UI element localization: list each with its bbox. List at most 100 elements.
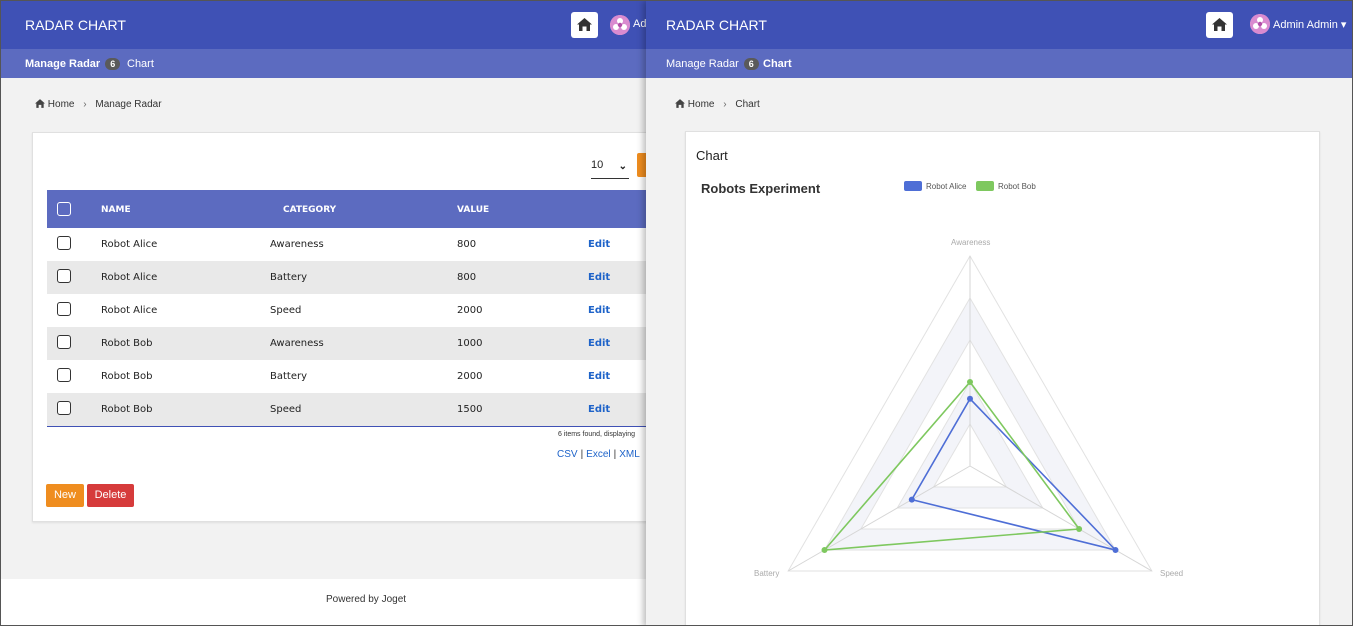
avatar-icon[interactable]: [1250, 14, 1270, 34]
legend-label-alice[interactable]: Robot Alice: [926, 182, 966, 191]
cell-name: Robot Bob: [101, 371, 153, 382]
row-checkbox[interactable]: [57, 269, 71, 283]
table-row: Robot Alice Speed 2000 Edit: [47, 294, 647, 327]
edit-link[interactable]: Edit: [588, 239, 610, 250]
breadcrumb-separator: ›: [83, 99, 87, 110]
radar-chart: [787, 254, 1153, 572]
cell-name: Robot Bob: [101, 338, 153, 349]
row-checkbox[interactable]: [57, 236, 71, 250]
nav-manage-radar[interactable]: Manage Radar 6: [25, 58, 121, 70]
nav-manage-radar-label: Manage Radar: [666, 58, 739, 70]
edit-link[interactable]: Edit: [588, 371, 610, 382]
cell-value: 2000: [457, 371, 483, 382]
table-row: Robot Alice Awareness 800 Edit: [47, 228, 647, 261]
home-icon: [675, 99, 685, 108]
page-size-select[interactable]: 10 ⌄: [591, 159, 629, 179]
cell-name: Robot Alice: [101, 239, 158, 250]
breadcrumb-home[interactable]: Home: [48, 99, 75, 110]
home-icon: [1212, 18, 1227, 31]
cell-category: Battery: [270, 371, 308, 382]
breadcrumb: Home › Chart: [675, 99, 760, 110]
cell-value: 2000: [457, 305, 483, 316]
chart-window: RADAR CHART Admin Admin ▾ Manage Radar 6 …: [646, 1, 1352, 625]
count-badge: 6: [105, 58, 121, 70]
avatar-icon[interactable]: [610, 15, 630, 35]
nav-chart[interactable]: Chart: [127, 58, 154, 70]
cell-name: Robot Alice: [101, 272, 158, 283]
column-header-value[interactable]: VALUE: [457, 205, 489, 215]
table-row: Robot Bob Awareness 1000 Edit: [47, 327, 647, 360]
footer-text: Powered by Joget: [326, 594, 407, 605]
breadcrumb-current: Manage Radar: [95, 99, 162, 110]
column-header-category[interactable]: CATEGORY: [283, 205, 336, 215]
nav-manage-radar[interactable]: Manage Radar 6: [666, 58, 759, 70]
table-body: Robot Alice Awareness 800 Edit Robot Ali…: [47, 228, 647, 426]
legend-label-bob[interactable]: Robot Bob: [998, 182, 1036, 191]
user-name: Admin Admin: [1273, 19, 1338, 31]
export-excel-link[interactable]: Excel: [586, 449, 610, 460]
row-checkbox[interactable]: [57, 368, 71, 382]
data-point-bob-speed[interactable]: [1076, 526, 1083, 532]
delete-button[interactable]: Delete: [87, 484, 134, 507]
home-icon: [577, 18, 592, 31]
user-menu[interactable]: Admin Admin ▾: [1273, 18, 1346, 31]
cell-category: Awareness: [270, 338, 324, 349]
home-button[interactable]: [571, 12, 598, 38]
radar-grid: [787, 254, 1153, 572]
breadcrumb-separator: ›: [723, 99, 727, 110]
data-point-bob-awareness[interactable]: [967, 379, 973, 385]
app-title[interactable]: RADAR CHART: [25, 17, 126, 33]
page-size-value: 10: [591, 159, 604, 171]
cell-category: Speed: [270, 305, 302, 316]
count-badge: 6: [743, 58, 759, 70]
app-title[interactable]: RADAR CHART: [666, 17, 767, 33]
axis-label-speed: Speed: [1160, 569, 1184, 578]
edit-link[interactable]: Edit: [588, 404, 610, 415]
data-point-bob-battery[interactable]: [821, 547, 828, 553]
export-xml-link[interactable]: XML: [619, 449, 640, 460]
axis-label-awareness: Awareness: [951, 238, 991, 247]
cell-value: 800: [457, 239, 477, 250]
data-point-alice-awareness[interactable]: [967, 395, 973, 402]
cell-value: 800: [457, 272, 477, 283]
legend-swatch-bob[interactable]: [976, 181, 994, 191]
cell-category: Awareness: [270, 239, 324, 250]
sub-navbar: Manage Radar 6 Chart: [1, 49, 661, 78]
table-row: Robot Bob Battery 2000 Edit: [47, 360, 647, 393]
export-csv-link[interactable]: CSV: [557, 449, 578, 460]
edit-link[interactable]: Edit: [588, 305, 610, 316]
items-found-text: 6 items found, displaying: [558, 431, 636, 438]
table-bottom-border: [47, 426, 647, 427]
new-button[interactable]: New: [46, 484, 84, 507]
breadcrumb-home[interactable]: Home: [688, 99, 715, 110]
column-header-name[interactable]: NAME: [101, 205, 131, 215]
edit-link[interactable]: Edit: [588, 272, 610, 283]
legend-swatch-alice[interactable]: [904, 181, 922, 191]
nav-chart[interactable]: Chart: [763, 58, 792, 70]
cell-name: Robot Bob: [101, 404, 153, 415]
cell-name: Robot Alice: [101, 305, 158, 316]
edit-link[interactable]: Edit: [588, 338, 610, 349]
axis-label-battery: Battery: [754, 569, 780, 578]
data-point-alice-battery[interactable]: [908, 496, 915, 503]
cell-value: 1000: [457, 338, 483, 349]
manage-radar-window: RADAR CHART Ad Manage Radar 6 Chart Home…: [1, 1, 661, 625]
breadcrumb-current: Chart: [735, 99, 760, 110]
cell-category: Battery: [270, 272, 308, 283]
screen: RADAR CHART Ad Manage Radar 6 Chart Home…: [0, 0, 1353, 626]
separator: |: [580, 449, 584, 460]
home-button[interactable]: [1206, 12, 1233, 38]
sub-navbar: Manage Radar 6 Chart: [646, 49, 1352, 78]
footer: Powered by Joget: [1, 579, 661, 625]
cell-value: 1500: [457, 404, 483, 415]
row-checkbox[interactable]: [57, 401, 71, 415]
row-checkbox[interactable]: [57, 335, 71, 349]
caret-down-icon: ▾: [1340, 19, 1347, 31]
data-point-alice-speed[interactable]: [1112, 547, 1119, 553]
home-icon: [35, 99, 45, 108]
chart-title: Robots Experiment: [701, 181, 821, 196]
top-navbar: RADAR CHART Ad: [1, 1, 661, 49]
row-checkbox[interactable]: [57, 302, 71, 316]
admin-name-truncated[interactable]: Ad: [633, 18, 646, 30]
select-all-checkbox[interactable]: [57, 202, 71, 216]
